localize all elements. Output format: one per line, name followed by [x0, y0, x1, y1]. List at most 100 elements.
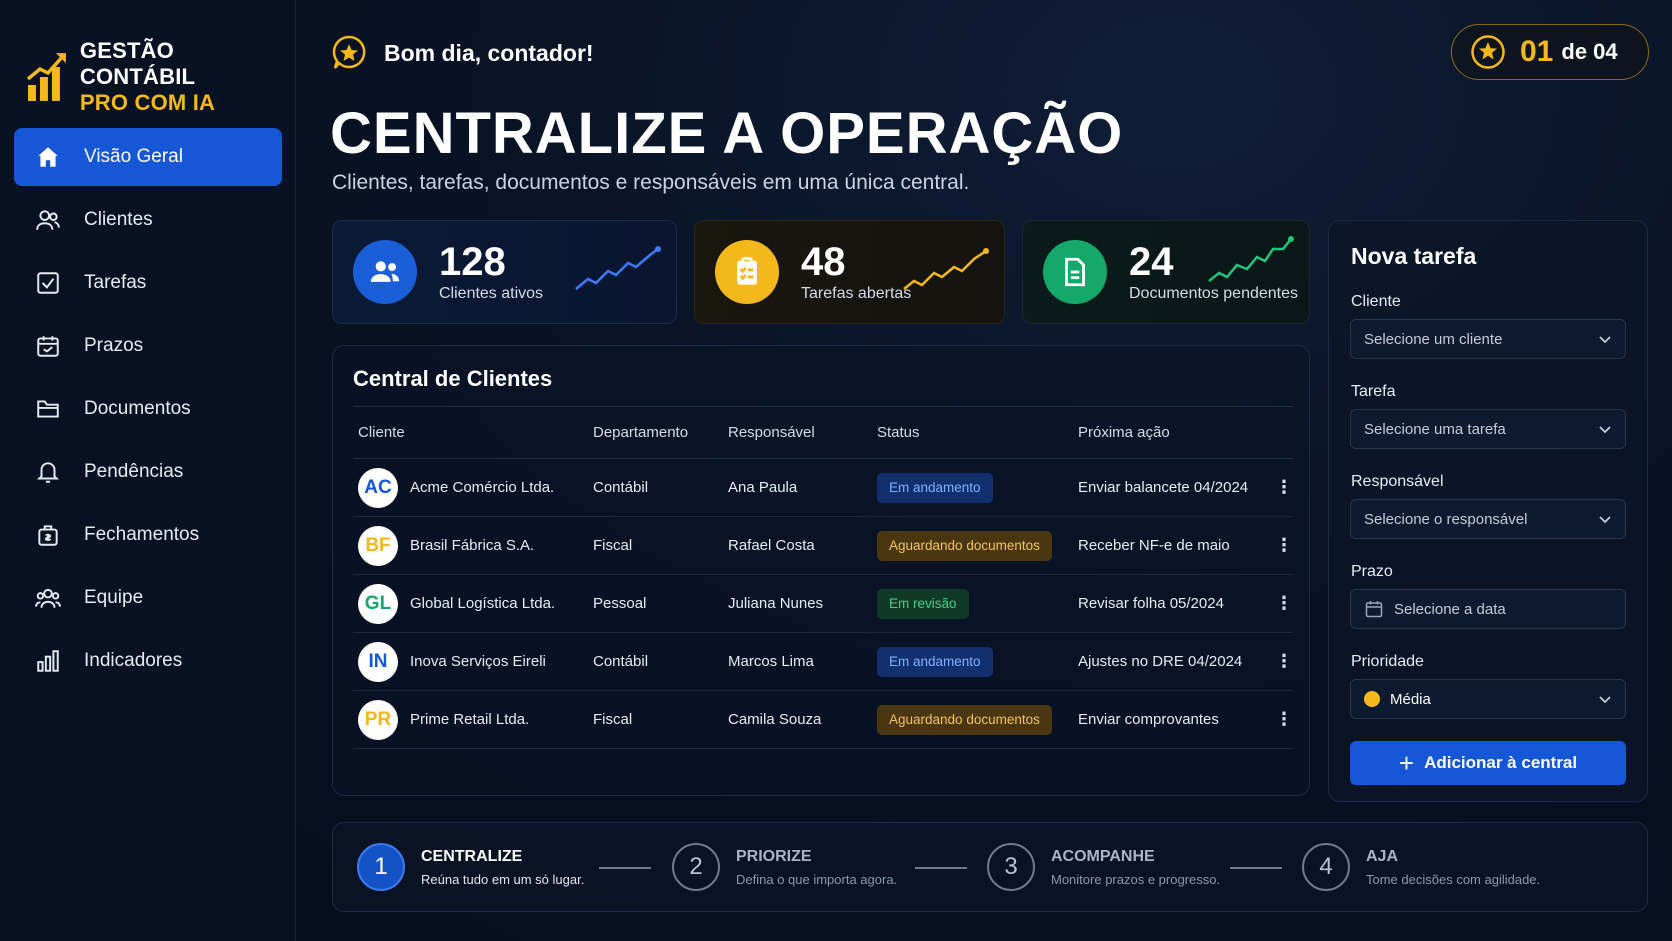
sidebar-item-prazos[interactable]: Prazos	[14, 317, 282, 375]
step-4[interactable]: 4 AJA Tome decisões com agilidade.	[1302, 843, 1540, 891]
step-2[interactable]: 2 PRIORIZE Defina o que importa agora.	[672, 843, 897, 891]
sidebar-item-tarefas[interactable]: Tarefas	[14, 254, 282, 312]
stat-value: 48	[801, 240, 846, 284]
cell-responsavel: Marcos Lima	[728, 653, 814, 670]
stat-card-clientes[interactable]: 128 Clientes ativos	[332, 220, 677, 324]
step-description: Monitore prazos e progresso.	[1051, 871, 1221, 887]
stat-label: Documentos pendentes	[1129, 285, 1298, 302]
cell-status: Em revisão	[877, 575, 969, 632]
table-row[interactable]: PR Prime Retail Ltda. Fiscal Camila Souz…	[353, 691, 1293, 749]
table-title: Central de Clientes	[353, 366, 553, 391]
sidebar-nav: Visão Geral Clientes Tarefas Prazos Docu…	[14, 128, 282, 695]
column-header-proxima-acao[interactable]: Próxima ação	[1078, 407, 1170, 458]
sidebar-item-equipe[interactable]: Equipe	[14, 569, 282, 627]
column-header-cliente[interactable]: Cliente	[358, 407, 405, 458]
step-title: AJA	[1366, 847, 1399, 865]
trend-line-icon	[903, 248, 989, 290]
responsavel-select[interactable]: Selecione o responsável	[1350, 499, 1626, 539]
greeting: Bom dia, contador!	[330, 34, 594, 72]
star-icon	[1471, 35, 1505, 69]
cell-cliente: PR Prime Retail Ltda.	[358, 691, 529, 748]
chevron-down-icon	[1599, 426, 1611, 434]
prazo-placeholder: Selecione a data	[1394, 600, 1506, 618]
cliente-select[interactable]: Selecione um cliente	[1350, 319, 1626, 359]
page-title: CENTRALIZE A OPERAÇÃO	[330, 101, 1124, 166]
stat-card-tarefas[interactable]: 48 Tarefas abertas	[694, 220, 1005, 324]
plus-icon: +	[1398, 748, 1415, 778]
status-badge: Em revisão	[877, 588, 969, 619]
cell-cliente: BF Brasil Fábrica S.A.	[358, 517, 534, 574]
priority-dot-icon	[1364, 691, 1380, 707]
home-icon	[34, 143, 62, 171]
brand-title: GESTÃO CONTÁBIL	[79, 38, 196, 89]
chevron-down-icon	[1599, 696, 1611, 704]
bar-chart-icon	[34, 647, 62, 675]
tarefa-select[interactable]: Selecione uma tarefa	[1350, 409, 1626, 449]
cliente-label: Cliente	[1351, 293, 1401, 310]
step-total: de 04	[1561, 39, 1618, 64]
row-menu-icon[interactable]: ⋮	[1275, 633, 1293, 690]
sidebar-item-pendencias[interactable]: Pendências	[14, 443, 282, 501]
sidebar-item-label: Fechamentos	[84, 524, 200, 545]
sidebar-item-label: Tarefas	[84, 272, 147, 293]
cell-departamento: Pessoal	[593, 595, 647, 612]
step-3[interactable]: 3 ACOMPANHE Monitore prazos e progresso.	[987, 843, 1220, 891]
row-menu-icon[interactable]: ⋮	[1275, 459, 1293, 516]
cell-responsavel: Ana Paula	[728, 479, 798, 496]
step-1[interactable]: 1 CENTRALIZE Reúna tudo em um só lugar.	[357, 843, 584, 891]
column-header-responsavel[interactable]: Responsável	[728, 407, 815, 458]
tarefa-placeholder: Selecione uma tarefa	[1364, 420, 1506, 438]
sidebar-item-label: Visão Geral	[84, 146, 183, 167]
trend-line-icon	[575, 246, 661, 290]
client-name[interactable]: Acme Comércio Ltda.	[410, 479, 554, 496]
clipboard-icon	[715, 240, 779, 304]
table-row[interactable]: IN Inova Serviços Eireli Contábil Marcos…	[353, 633, 1293, 691]
clients-table-card: Central de Clientes Cliente Departamento…	[332, 345, 1310, 796]
row-menu-icon[interactable]: ⋮	[1275, 517, 1293, 574]
sidebar-item-visao-geral[interactable]: Visão Geral	[14, 128, 282, 186]
sidebar-item-clientes[interactable]: Clientes	[14, 191, 282, 249]
column-header-status[interactable]: Status	[877, 407, 920, 458]
step-title: CENTRALIZE	[421, 847, 523, 865]
cell-status: Em andamento	[877, 633, 993, 690]
prazo-date-input[interactable]: Selecione a data	[1350, 589, 1626, 629]
sidebar-item-label: Indicadores	[84, 650, 183, 671]
client-name[interactable]: Inova Serviços Eireli	[410, 653, 546, 670]
add-to-central-button[interactable]: + Adicionar à central	[1350, 741, 1626, 785]
step-separator	[599, 867, 651, 869]
step-separator	[1230, 867, 1282, 869]
table-row[interactable]: GL Global Logística Ltda. Pessoal Julian…	[353, 575, 1293, 633]
prioridade-select[interactable]: Média	[1350, 679, 1626, 719]
stat-card-documentos[interactable]: 24 Documentos pendentes	[1022, 220, 1310, 324]
users-icon	[34, 206, 62, 234]
step-number: 4	[1302, 843, 1350, 891]
prazo-label: Prazo	[1351, 563, 1393, 580]
status-badge: Em andamento	[877, 646, 993, 677]
table-row[interactable]: AC Acme Comércio Ltda. Contábil Ana Paul…	[353, 459, 1293, 517]
step-description: Tome decisões com agilidade.	[1366, 871, 1541, 887]
cell-proxima-acao: Ajustes no DRE 04/2024	[1078, 653, 1243, 670]
column-header-departamento[interactable]: Departamento	[593, 407, 688, 458]
table-row[interactable]: BF Brasil Fábrica S.A. Fiscal Rafael Cos…	[353, 517, 1293, 575]
step-title: ACOMPANHE	[1051, 847, 1155, 865]
team-icon	[34, 584, 62, 612]
client-name[interactable]: Global Logística Ltda.	[410, 595, 555, 612]
row-menu-icon[interactable]: ⋮	[1275, 691, 1293, 748]
sidebar-item-label: Equipe	[84, 587, 144, 608]
cell-departamento: Fiscal	[593, 537, 633, 554]
stat-value: 128	[439, 240, 506, 284]
document-icon	[1043, 240, 1107, 304]
sidebar-item-documentos[interactable]: Documentos	[14, 380, 282, 438]
bell-icon	[34, 458, 62, 486]
sidebar-item-fechamentos[interactable]: Fechamentos	[14, 506, 282, 564]
form-title: Nova tarefa	[1351, 243, 1477, 269]
sidebar-item-indicadores[interactable]: Indicadores	[14, 632, 282, 690]
status-badge: Aguardando documentos	[877, 530, 1052, 561]
brand[interactable]: GESTÃO CONTÁBIL PRO COM IA	[26, 38, 295, 116]
cell-responsavel: Camila Souza	[728, 711, 822, 728]
client-name[interactable]: Prime Retail Ltda.	[410, 711, 529, 728]
row-menu-icon[interactable]: ⋮	[1275, 575, 1293, 632]
cell-departamento: Fiscal	[593, 711, 633, 728]
client-name[interactable]: Brasil Fábrica S.A.	[410, 537, 534, 554]
cell-departamento: Contábil	[593, 653, 649, 670]
